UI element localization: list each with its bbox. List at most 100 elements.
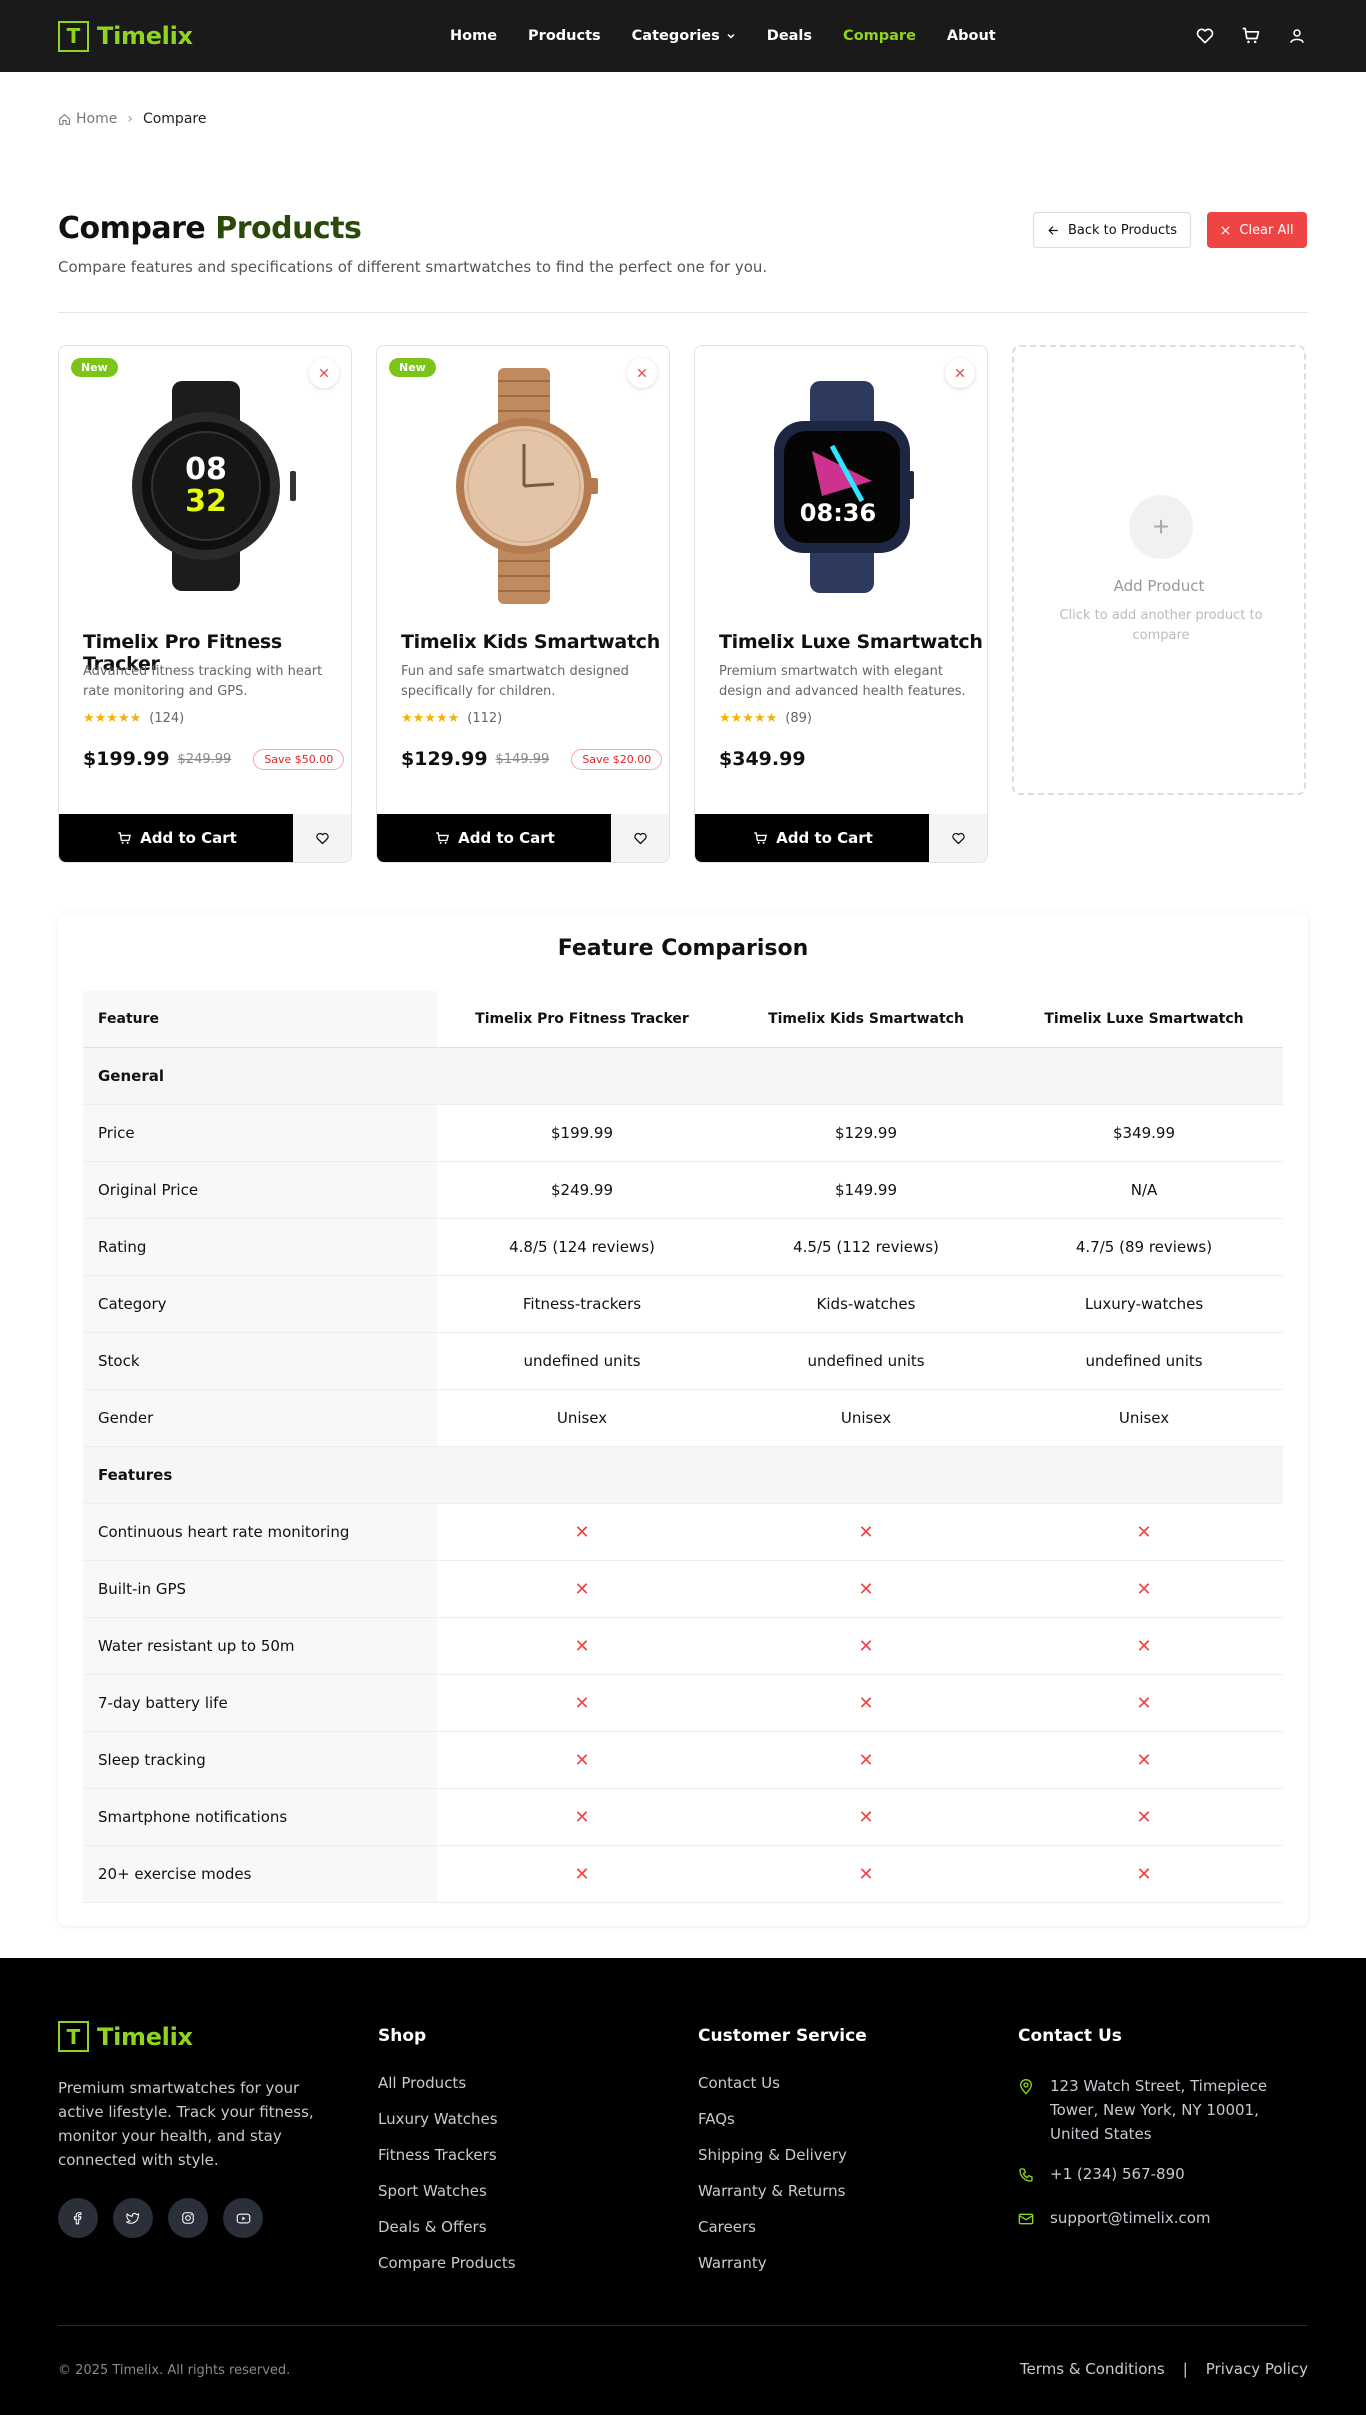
product-description: Premium smartwatch with elegant design a… xyxy=(719,664,966,699)
logo-text: Timelix xyxy=(97,22,193,50)
table-cell: Luxury-watches xyxy=(1084,1295,1204,1313)
wishlist-button[interactable] xyxy=(293,814,351,862)
table-cell: undefined units xyxy=(807,1352,925,1370)
footer-link[interactable]: Warranty & Returns xyxy=(698,2182,867,2218)
cart-icon xyxy=(436,831,450,844)
x-mark-icon: ✕ xyxy=(858,1806,874,1828)
wishlist-button[interactable] xyxy=(611,814,669,862)
arrow-left-icon xyxy=(1048,225,1058,235)
product-image[interactable]: 08 32 xyxy=(59,366,351,606)
contact-email-text: support@timelix.com xyxy=(1050,2209,1211,2227)
logo-text: Timelix xyxy=(97,2022,193,2051)
table-row: Original Price $249.99 $149.99 N/A xyxy=(83,1162,1283,1219)
wishlist-button[interactable] xyxy=(929,814,987,862)
add-product-title: Add Product xyxy=(1113,577,1205,595)
nav-compare[interactable]: Compare xyxy=(843,28,916,44)
x-mark-icon: ✕ xyxy=(574,1806,590,1828)
phone-icon xyxy=(1018,2162,1036,2190)
nav-about[interactable]: About xyxy=(947,28,996,44)
nav-categories-label: Categories xyxy=(631,28,720,44)
remove-product-button[interactable] xyxy=(627,358,657,388)
instagram-icon[interactable] xyxy=(168,2198,208,2238)
table-row: 20+ exercise modes ✕ ✕ ✕ xyxy=(83,1846,1283,1903)
product-rating: ★★★★★ (89) xyxy=(719,711,812,726)
x-mark-icon: ✕ xyxy=(1136,1692,1152,1714)
user-icon[interactable] xyxy=(1286,25,1308,47)
review-count: (112) xyxy=(467,711,503,726)
logo[interactable]: T Timelix xyxy=(58,20,193,52)
product-price: $129.99 xyxy=(401,748,488,770)
table-row: Stock undefined units undefined units undef… xyxy=(83,1333,1283,1390)
social-links xyxy=(58,2198,263,2238)
footer-link[interactable]: All Products xyxy=(378,2074,516,2110)
youtube-icon[interactable] xyxy=(223,2198,263,2238)
breadcrumb-current: Compare xyxy=(142,111,207,127)
twitter-icon[interactable] xyxy=(113,2198,153,2238)
nav-home[interactable]: Home xyxy=(450,28,497,44)
clear-all-button[interactable]: Clear All xyxy=(1207,212,1307,248)
feature-label: Continuous heart rate monitoring xyxy=(83,1504,437,1560)
breadcrumb: Home › Compare xyxy=(58,111,206,127)
svg-text:32: 32 xyxy=(185,484,227,519)
footer-link[interactable]: Compare Products xyxy=(378,2254,516,2290)
heart-icon[interactable] xyxy=(1194,25,1216,47)
x-mark-icon: ✕ xyxy=(1136,1863,1152,1885)
table-cell: $349.99 xyxy=(1112,1124,1176,1142)
footer-link[interactable]: Shipping & Delivery xyxy=(698,2146,867,2182)
table-cell: Fitness-trackers xyxy=(522,1295,642,1313)
nav-deals[interactable]: Deals xyxy=(767,28,812,44)
add-to-cart-button[interactable]: Add to Cart xyxy=(377,814,613,862)
add-to-cart-button[interactable]: Add to Cart xyxy=(59,814,295,862)
table-cell: Unisex xyxy=(1118,1409,1170,1427)
footer-contact-column: Contact Us 123 Watch Street, Timepiece T… xyxy=(1018,2026,1308,2250)
privacy-link[interactable]: Privacy Policy xyxy=(1206,2360,1308,2378)
footer-link[interactable]: Luxury Watches xyxy=(378,2110,516,2146)
footer-logo[interactable]: T Timelix xyxy=(58,2021,193,2052)
page-title-main: Compare xyxy=(58,211,206,246)
table-row: Water resistant up to 50m ✕ ✕ ✕ xyxy=(83,1618,1283,1675)
product-image[interactable] xyxy=(377,366,669,606)
x-mark-icon: ✕ xyxy=(574,1521,590,1543)
x-mark-icon: ✕ xyxy=(1136,1521,1152,1543)
footer-link[interactable]: Contact Us xyxy=(698,2074,867,2110)
contact-email[interactable]: support@timelix.com xyxy=(1018,2206,1308,2234)
table-cell: $129.99 xyxy=(834,1124,898,1142)
table-row: Built-in GPS ✕ ✕ ✕ xyxy=(83,1561,1283,1618)
feature-label: Category xyxy=(83,1276,437,1332)
cart-icon[interactable] xyxy=(1240,25,1262,47)
feature-label: Water resistant up to 50m xyxy=(83,1618,437,1674)
facebook-icon[interactable] xyxy=(58,2198,98,2238)
feature-label: Stock xyxy=(83,1333,437,1389)
review-count: (89) xyxy=(785,711,812,726)
add-to-cart-button[interactable]: Add to Cart xyxy=(695,814,931,862)
section-row-general: General xyxy=(83,1048,1283,1105)
product-name[interactable]: Timelix Kids Smartwatch xyxy=(401,631,660,653)
add-product-card[interactable]: + Add Product Click to add another produ… xyxy=(1012,345,1306,795)
footer-link[interactable]: Sport Watches xyxy=(378,2182,516,2218)
footer-link[interactable]: Warranty xyxy=(698,2254,867,2290)
contact-phone[interactable]: +1 (234) 567-890 xyxy=(1018,2162,1308,2190)
footer-link[interactable]: Careers xyxy=(698,2218,867,2254)
site-header: T Timelix Home Products Categories Deals… xyxy=(0,0,1366,72)
footer-link[interactable]: Fitness Trackers xyxy=(378,2146,516,2182)
terms-link[interactable]: Terms & Conditions xyxy=(1020,2360,1165,2378)
nav-products[interactable]: Products xyxy=(528,28,601,44)
savings-badge: Save $50.00 xyxy=(253,748,345,770)
breadcrumb-home-label: Home xyxy=(76,111,118,127)
table-row: Sleep tracking ✕ ✕ ✕ xyxy=(83,1732,1283,1789)
legal-separator: | xyxy=(1182,2360,1188,2378)
footer-link[interactable]: FAQs xyxy=(698,2110,867,2146)
home-icon xyxy=(59,113,70,125)
product-name[interactable]: Timelix Luxe Smartwatch xyxy=(719,631,983,653)
remove-product-button[interactable] xyxy=(309,358,339,388)
remove-product-button[interactable] xyxy=(945,358,975,388)
breadcrumb-home[interactable]: Home xyxy=(58,111,117,127)
feature-label: Gender xyxy=(83,1390,437,1446)
product-image[interactable]: 08:36 xyxy=(695,366,987,606)
new-badge: New xyxy=(71,358,118,377)
footer-link[interactable]: Deals & Offers xyxy=(378,2218,516,2254)
heart-icon xyxy=(633,832,647,844)
nav-categories[interactable]: Categories xyxy=(632,28,736,44)
back-to-products-button[interactable]: Back to Products xyxy=(1033,212,1191,248)
x-mark-icon: ✕ xyxy=(574,1863,590,1885)
